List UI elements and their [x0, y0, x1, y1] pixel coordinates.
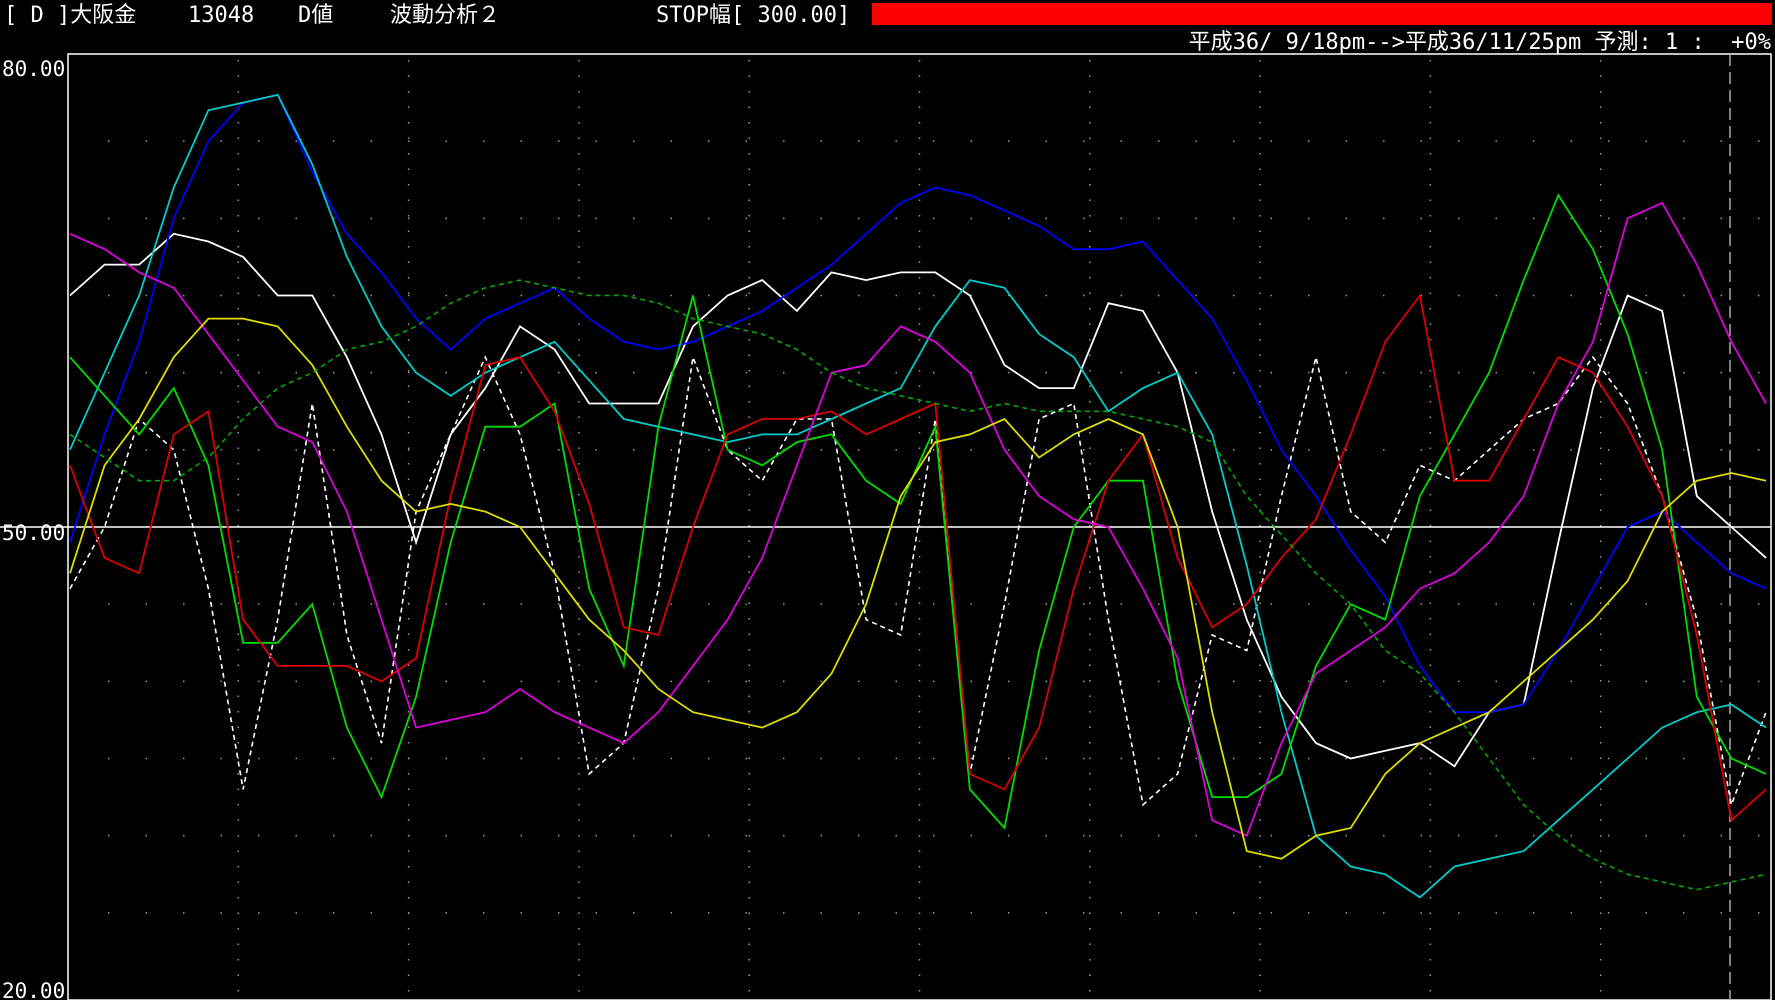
- series-line-5: [69, 293, 1767, 822]
- series-line-3: [69, 93, 1767, 899]
- y-tick-label-bottom: 20.00: [2, 979, 65, 1000]
- series-line-6: [69, 201, 1767, 837]
- wave-chart: 80.00 50.00 20.00: [0, 53, 1772, 1000]
- series-line-8: [69, 279, 1767, 891]
- grid: [108, 60, 1771, 998]
- y-tick-label-mid: 50.00: [2, 521, 65, 545]
- series-line-0: [69, 354, 1767, 808]
- y-tick-label-top: 80.00: [2, 57, 65, 81]
- series-line-2: [69, 93, 1767, 714]
- series-layer: [69, 93, 1767, 899]
